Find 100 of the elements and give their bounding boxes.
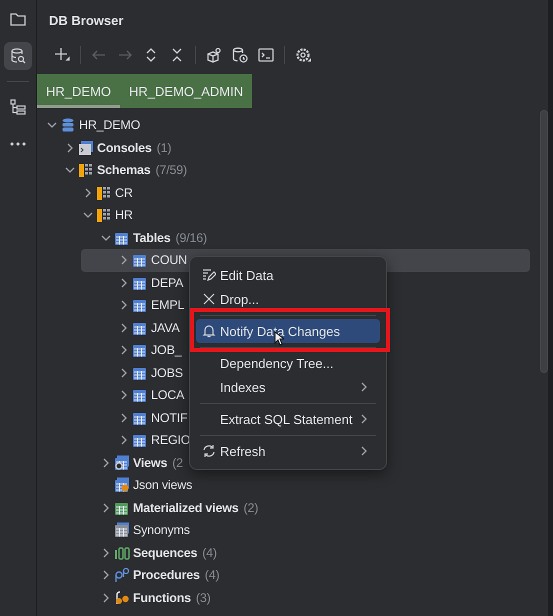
chevron-right-icon[interactable] [83,188,93,198]
close-icon [202,292,216,306]
tree-label: DEPA [151,276,184,290]
chevron-right-icon[interactable] [65,142,75,153]
tree-item[interactable]: Schemas (7/59) [37,159,187,182]
tree-label: Tables [133,230,170,245]
schema-icon [96,207,112,224]
database-icon [60,117,76,134]
table-icon [132,342,148,358]
tree-label: Views [133,456,168,470]
chevron-right-icon[interactable] [101,502,111,513]
chevron-right-icon[interactable] [101,592,111,603]
tree-item[interactable]: Tables (9/16) [37,226,207,249]
menu-item[interactable]: Refresh [196,439,380,463]
tree-item[interactable]: JAVA [37,316,180,339]
tree-label: REGIO [151,433,190,448]
tree-label: Json views [133,478,192,492]
item-count: (1) [156,140,172,155]
item-count: (9/16) [175,230,207,245]
chevron-right-icon[interactable] [119,278,129,288]
tree-item[interactable]: Procedures (4) [37,564,220,586]
tree-label: JOB_ [151,343,182,358]
tree-structure-icon [9,98,27,116]
item-count: (3) [196,590,211,605]
chevron-right-icon[interactable] [101,548,111,558]
tree-label: Consoles [97,140,152,155]
tree-item[interactable]: CR [37,182,133,204]
tree-item[interactable]: JOBS [37,362,183,384]
tree-label: HR [115,208,133,222]
menu-item[interactable]: Indexes [196,375,380,399]
tree-label: NOTIF [151,410,188,425]
tree-label: Functions [133,590,191,605]
tree-label: JAVA [151,320,180,335]
scrollbar[interactable] [540,110,548,373]
tree-item[interactable]: JOB_ [37,339,182,362]
table-icon [132,297,148,314]
menu-item[interactable]: Extract SQL Statement [196,407,380,431]
view-icon [114,454,130,471]
tree-label: EMPL [151,298,184,312]
chevron-right-icon [360,382,368,392]
chevron-right-icon[interactable] [119,345,129,356]
chevron-right-icon[interactable] [119,368,129,378]
table-icon [114,522,130,538]
chevron-right-icon[interactable] [101,458,111,468]
item-count: (2 [172,456,183,470]
menu-item[interactable]: Dependency Tree... [196,351,380,375]
chevron-right-icon[interactable] [119,412,129,423]
schema-icon [96,184,112,201]
tool-window-button[interactable] [4,42,32,70]
chevron-down-icon[interactable] [47,120,57,130]
chevron-down-icon[interactable] [65,165,75,176]
tree-item[interactable]: EMPL [37,294,184,316]
function-icon [114,590,130,606]
tree-item[interactable]: DEPA [37,272,184,294]
console-icon [78,140,94,156]
schema-icon [78,162,94,178]
tree-item[interactable]: HR_DEMO [37,114,140,136]
tree-label: CR [115,186,133,200]
table-icon [132,252,148,268]
tree-label: Materialized views [133,500,238,515]
tree-item[interactable]: HR [37,204,133,226]
tree-item[interactable]: Views (2 [37,452,183,474]
item-count: (2) [243,500,258,515]
item-count: (7/59) [156,163,187,178]
edit-icon [202,268,216,282]
tree-label: Synonyms [133,523,190,538]
tree-item[interactable]: Functions (3) [37,586,211,609]
procedure-icon [114,567,130,584]
tree-item[interactable]: LOCA [37,384,184,406]
tree-item[interactable]: Sequences (4) [37,542,217,564]
tree-item[interactable]: Synonyms [37,519,190,542]
table-icon [132,432,148,448]
database-search-icon [9,47,27,65]
tree-label: Sequences [133,546,198,560]
chevron-down-icon[interactable] [83,210,93,220]
sequence-icon [114,544,130,561]
tree-item[interactable]: Materialized views (2) [37,496,258,519]
tree-item[interactable]: REGIO [37,429,190,452]
tree-label: HR_DEMO [79,118,140,132]
tree-label: Schemas [97,163,150,178]
json-view-icon [114,477,130,494]
chevron-right-icon[interactable] [119,435,129,446]
item-count: (4) [204,568,220,582]
tree-item[interactable]: Consoles (1) [37,136,172,159]
chevron-right-icon[interactable] [119,322,129,333]
refresh-icon [202,444,216,458]
tree-item[interactable]: NOTIF [37,406,188,429]
tree-item[interactable]: Json views [37,474,192,496]
chevron-right-icon[interactable] [101,570,111,580]
tree-label: Procedures [133,568,200,582]
connection-tab[interactable]: HR_DEMO_ADMIN [120,74,252,108]
chevron-right-icon [360,414,368,424]
menu-item[interactable]: Drop... [196,287,380,311]
chevron-right-icon[interactable] [119,390,129,400]
connection-tab[interactable]: HR_DEMO [37,74,120,108]
chevron-right-icon[interactable] [119,255,129,266]
chevron-down-icon[interactable] [101,232,111,243]
tree-label: LOCA [151,388,184,402]
menu-item[interactable]: Edit Data [196,263,380,287]
chevron-right-icon[interactable] [119,300,129,310]
